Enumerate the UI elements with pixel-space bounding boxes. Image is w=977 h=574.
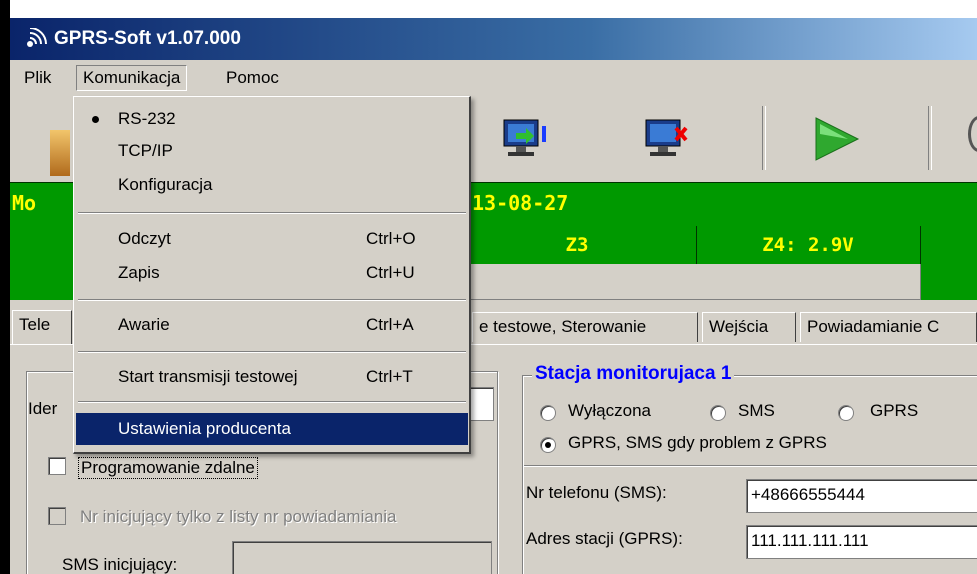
connect-icon[interactable] — [500, 116, 550, 162]
radio-gprs-sms-label: GPRS, SMS gdy problem z GPRS — [568, 433, 827, 452]
station-divider — [524, 465, 977, 467]
window-border — [0, 0, 10, 574]
radio-bullet-icon — [92, 116, 99, 123]
menu-separator — [78, 299, 466, 301]
menu-plik[interactable]: Plik — [18, 66, 57, 90]
sms-init-field[interactable] — [232, 541, 492, 574]
menu-item-shortcut: Ctrl+A — [366, 315, 414, 334]
antenna-icon — [27, 28, 47, 47]
init-only-checkbox[interactable] — [48, 507, 66, 525]
menu-item-label: Start transmisji testowej — [118, 367, 298, 386]
menu-item-label: Odczyt — [118, 229, 171, 248]
open-icon[interactable] — [50, 130, 70, 176]
radio-sms[interactable] — [710, 405, 726, 421]
monitoring-station-title: Stacja monitorujaca 1 — [532, 363, 735, 385]
radio-off-label: Wyłączona — [568, 401, 651, 420]
toolbar-separator — [928, 106, 932, 170]
menu-separator — [78, 401, 466, 403]
remote-programming-label: Programowanie zdalne — [78, 457, 258, 479]
menu-item-shortcut: Ctrl+U — [366, 263, 415, 282]
phone-field[interactable]: +48666555444 — [746, 479, 977, 513]
menu-bar: Plik Komunikacja Pomoc — [10, 60, 977, 97]
menu-separator — [78, 212, 466, 214]
menu-pomoc[interactable]: Pomoc — [220, 66, 285, 90]
play-icon[interactable] — [810, 114, 864, 164]
radio-gprs[interactable] — [838, 405, 854, 421]
identifier-label: Ider — [28, 399, 58, 418]
tab-transmisje-testowe[interactable]: e testowe, Sterowanie — [472, 312, 698, 342]
remote-programming-checkbox[interactable] — [48, 457, 66, 475]
disconnect-icon[interactable] — [642, 116, 692, 162]
menu-item-label: TCP/IP — [118, 141, 173, 160]
phone-label: Nr telefonu (SMS): — [526, 483, 667, 502]
init-only-label: Nr inicjujący tylko z listy nr powiadami… — [80, 507, 397, 526]
tab-powiadamianie[interactable]: Powiadamianie C — [800, 312, 977, 342]
module-label: Mo — [12, 191, 37, 215]
menu-item-label: RS-232 — [118, 109, 176, 128]
menu-item-zapis[interactable]: Zapis Ctrl+U — [76, 257, 468, 289]
window-title: GPRS-Soft v1.07.000 — [54, 28, 241, 49]
menu-item-label: Awarie — [118, 315, 170, 334]
settings-icon[interactable] — [968, 116, 977, 152]
zone-z4: Z4: 2.9V — [696, 226, 921, 264]
zone-z4-state — [696, 264, 921, 300]
menu-item-rs232[interactable]: RS-232 — [76, 103, 468, 135]
tab-telefony[interactable]: Tele — [12, 310, 72, 344]
menu-item-ustawienia-producenta[interactable]: Ustawienia producenta — [76, 413, 468, 445]
sms-init-label: SMS inicjujący: — [62, 555, 178, 574]
app-window: GPRS-Soft v1.07.000 Plik Komunikacja Pom… — [0, 0, 977, 574]
menu-item-odczyt[interactable]: Odczyt Ctrl+O — [76, 223, 468, 255]
radio-gprs-label: GPRS — [870, 401, 919, 420]
menu-item-awarie[interactable]: Awarie Ctrl+A — [76, 309, 468, 341]
menu-item-konfiguracja[interactable]: Konfiguracja — [76, 169, 468, 201]
toolbar-separator — [762, 106, 766, 170]
tab-wejscia[interactable]: Wejścia — [702, 312, 796, 342]
menu-item-shortcut: Ctrl+T — [366, 367, 413, 386]
menu-separator — [78, 351, 466, 353]
radio-gprs-sms[interactable] — [540, 437, 556, 453]
address-label: Adres stacji (GPRS): — [526, 529, 683, 548]
zone-z3: Z3 — [458, 226, 697, 264]
radio-off[interactable] — [540, 405, 556, 421]
menu-item-shortcut: Ctrl+O — [366, 229, 416, 248]
komunikacja-menu: RS-232 TCP/IP Konfiguracja Odczyt Ctrl+O… — [73, 96, 471, 454]
radio-sms-label: SMS — [738, 401, 775, 420]
menu-komunikacja[interactable]: Komunikacja — [76, 65, 188, 91]
menu-item-label: Ustawienia producenta — [118, 419, 291, 438]
zone-z3-state — [458, 264, 697, 300]
menu-item-label: Zapis — [118, 263, 160, 282]
address-field[interactable]: 111.111.111.111 — [746, 525, 977, 559]
title-bar[interactable]: GPRS-Soft v1.07.000 — [10, 18, 977, 60]
menu-item-start-transmisji[interactable]: Start transmisji testowej Ctrl+T — [76, 361, 468, 393]
module-date: 13-08-27 — [472, 191, 569, 215]
menu-item-tcpip[interactable]: TCP/IP — [76, 135, 468, 167]
menu-item-label: Konfiguracja — [118, 175, 213, 194]
